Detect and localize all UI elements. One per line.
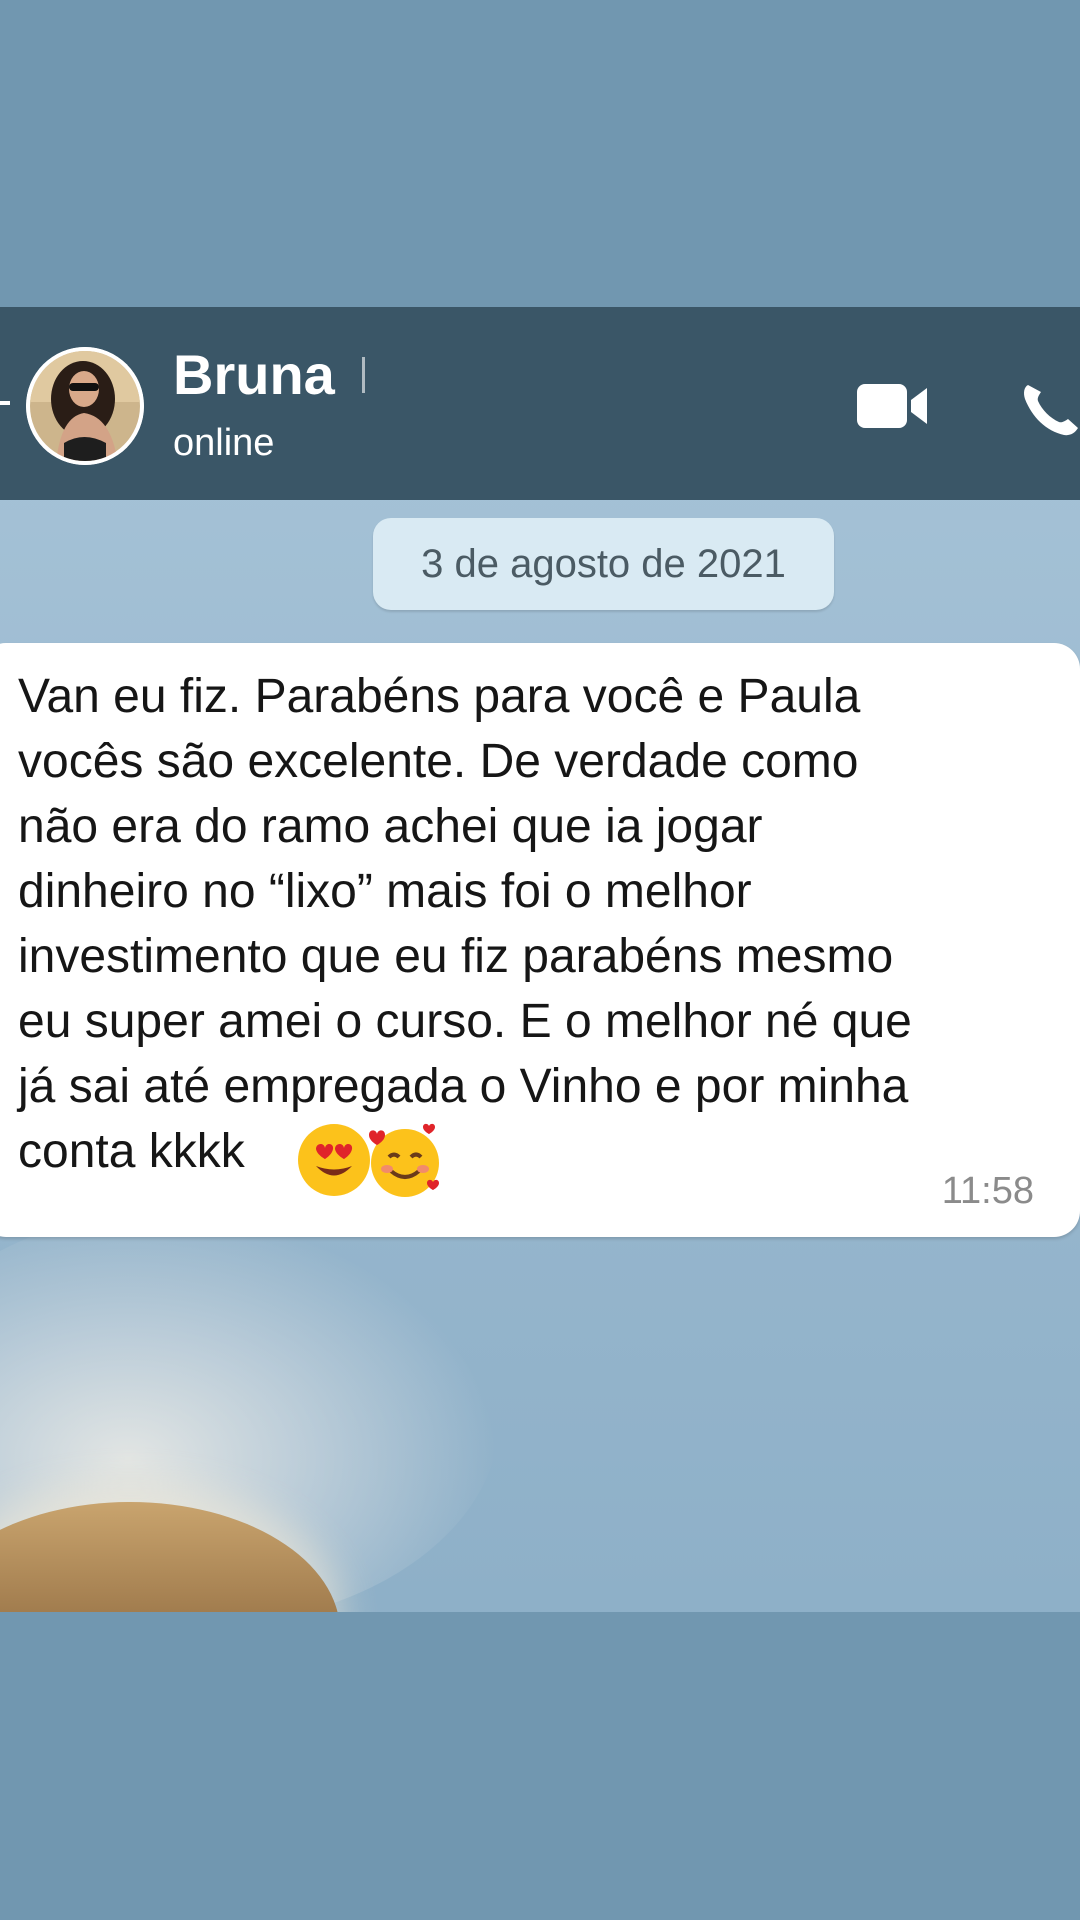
avatar[interactable] (26, 347, 144, 465)
chat-screenshot: Bruna online 3 de agosto de 2021 Van eu … (0, 307, 1080, 1612)
date-divider: 3 de agosto de 2021 (373, 518, 834, 610)
smiling-face-with-hearts-emoji (369, 1123, 439, 1197)
message-text: Van eu fiz. Parabéns para você e Paula v… (18, 670, 912, 1178)
incoming-message-bubble[interactable]: Van eu fiz. Parabéns para você e Paula v… (0, 643, 1080, 1237)
avatar-photo (26, 347, 144, 465)
name-truncation-mark (362, 357, 365, 393)
contact-status: online (173, 422, 275, 464)
back-arrow-icon[interactable] (0, 401, 10, 405)
message-timestamp: 11:58 (941, 1170, 1034, 1212)
video-camera-icon (857, 384, 927, 428)
chat-header: Bruna online (0, 307, 1080, 500)
video-call-button[interactable] (855, 382, 930, 430)
phone-call-button[interactable] (1020, 377, 1080, 437)
phone-icon (1024, 385, 1078, 436)
heart-eyes-emoji (298, 1124, 370, 1196)
contact-name[interactable]: Bruna (173, 342, 335, 407)
